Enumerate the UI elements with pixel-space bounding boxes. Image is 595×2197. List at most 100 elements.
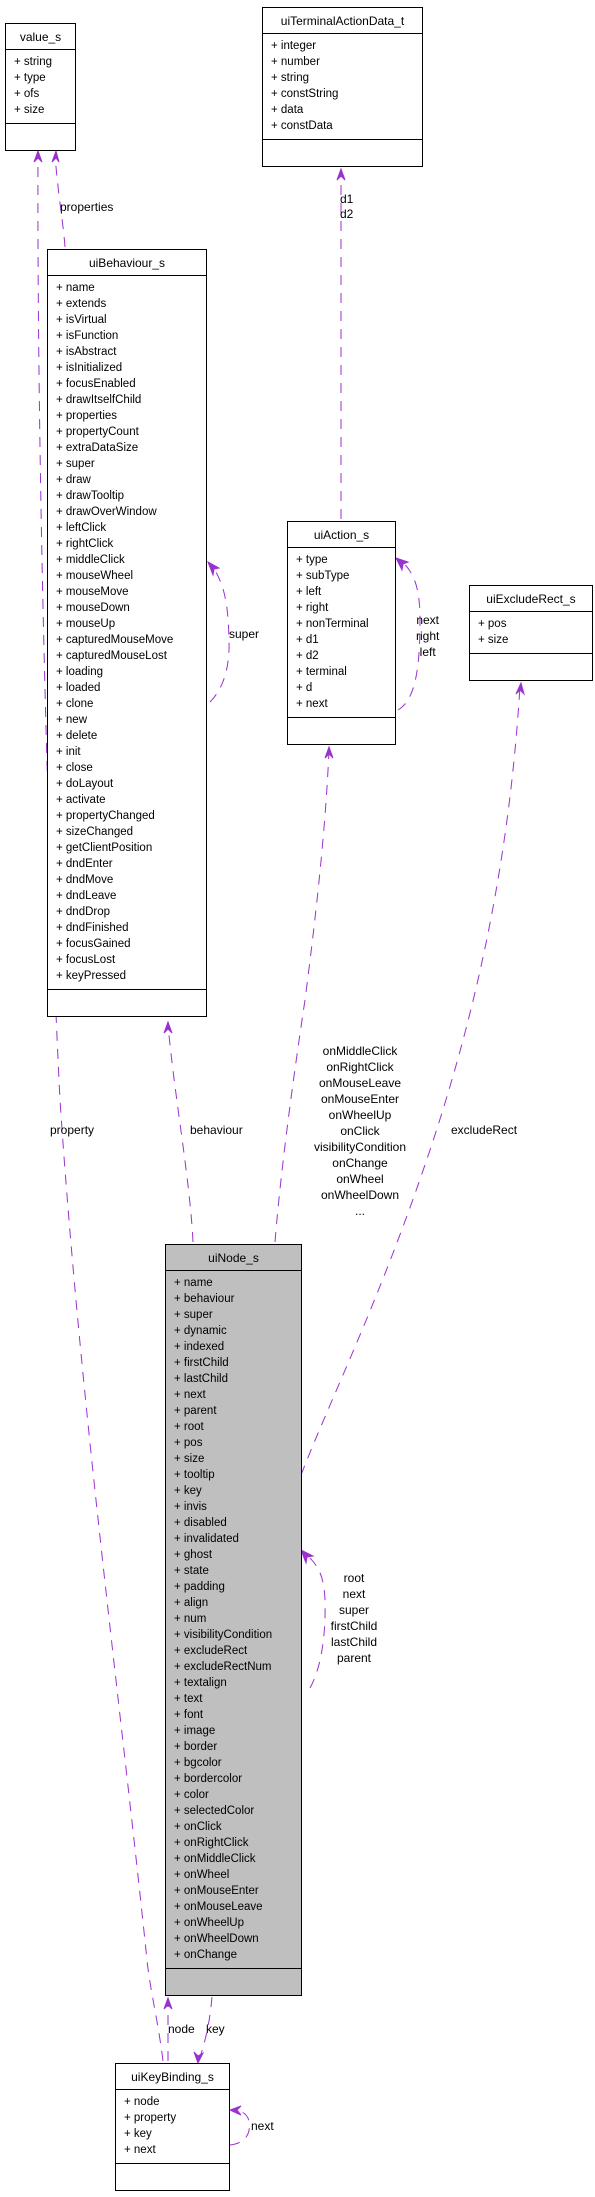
edge-label-text: left (419, 645, 436, 659)
attribute: + state (174, 1565, 209, 1577)
attribute: + parent (174, 1405, 217, 1417)
attribute: + constData (271, 120, 333, 132)
arrowhead-super-self (207, 560, 221, 577)
attribute: + mouseDown (56, 602, 130, 614)
attribute-list: + pos + size (470, 612, 592, 654)
edge-label-text: key (206, 2022, 225, 2036)
edge-label-text: excludeRect (451, 1123, 518, 1137)
attribute: + mouseWheel (56, 570, 134, 582)
attribute: + image (174, 1725, 216, 1737)
attribute: + color (174, 1789, 209, 1801)
class-uiaction-s[interactable]: uiAction_s + type + subType + left + right +… (287, 521, 396, 745)
attribute: + border (174, 1741, 218, 1753)
attribute: + isFunction (56, 330, 119, 342)
attribute: + behaviour (174, 1293, 235, 1305)
attribute: + onClick (174, 1821, 222, 1833)
attribute: + number (271, 56, 320, 68)
attribute: + padding (174, 1581, 225, 1593)
attribute: + doLayout (56, 778, 114, 790)
edge-label-text: ... (354, 1204, 365, 1218)
edge-label-text: visibilityCondition (313, 1140, 407, 1154)
class-name: uiTerminalActionData_t (263, 8, 422, 34)
attribute: + bgcolor (174, 1757, 222, 1769)
class-uibehaviour-s[interactable]: uiBehaviour_s + name + extends + isVirtual… (47, 249, 207, 1017)
arrowhead-properties (51, 149, 60, 163)
attribute: + align (174, 1597, 209, 1609)
attribute: + visibilityCondition (174, 1629, 273, 1641)
arrowhead-keybinding-next-self (228, 2105, 242, 2116)
attribute: + sizeChanged (56, 826, 134, 838)
attribute: + dndLeave (56, 890, 117, 902)
attribute: + size (14, 104, 45, 116)
attribute: + delete (56, 730, 98, 742)
attribute: + middleClick (56, 554, 125, 566)
edge-label-text: node (168, 2022, 195, 2036)
operations-compartment (288, 718, 395, 744)
attribute: + onWheelUp (174, 1917, 244, 1929)
attribute: + getClientPosition (56, 842, 153, 854)
class-name: uiNode_s (166, 1245, 301, 1271)
edge-label-text: onChange (332, 1156, 388, 1170)
class-uiexcluderect-s[interactable]: uiExcludeRect_s + pos + size (469, 585, 593, 681)
class-uinode-s[interactable]: uiNode_s + name + behaviour + super + dynam… (165, 1244, 302, 1996)
attribute: + key (124, 2128, 152, 2140)
edge-label-text: super (229, 627, 260, 641)
arrowhead-node-self (300, 1548, 315, 1565)
attribute: + d1 (296, 634, 319, 646)
attribute: + right (296, 602, 329, 614)
edge-label-key: key (206, 2021, 225, 2037)
attribute: + invalidated (174, 1533, 239, 1545)
attribute: + isInitialized (56, 362, 123, 374)
edge-label-text: firstChild (330, 1619, 378, 1633)
attribute: + dndDrop (56, 906, 111, 918)
edge-label-text: onWheelUp (328, 1108, 392, 1122)
attribute: + loading (56, 666, 103, 678)
class-uikeybinding-s[interactable]: uiKeyBinding_s + node + property + key + ne… (115, 2063, 230, 2191)
edge-label-text: onMouseLeave (318, 1076, 402, 1090)
attribute: + root (174, 1421, 204, 1433)
attribute: + next (174, 1389, 206, 1401)
class-uiterminalactiondata-t[interactable]: uiTerminalActionData_t + integer + numbe… (262, 7, 423, 167)
edge-label-text: next (342, 1587, 366, 1601)
attribute: + onMiddleClick (174, 1853, 256, 1865)
arrowhead-excludeRect (515, 681, 525, 696)
edge-label-text: right (416, 629, 440, 643)
edge-label-excludeRect: excludeRect (451, 1122, 517, 1138)
attribute: + node (124, 2096, 160, 2108)
attribute: + pos (174, 1437, 203, 1449)
edge-label-node-self: root next super firstChild lastChild par… (324, 1570, 384, 1666)
attribute: + onWheelDown (174, 1933, 259, 1945)
attribute: + drawTooltip (56, 490, 125, 502)
attribute-list: + node + property + key + next (116, 2090, 229, 2164)
edge-label-text: super (338, 1603, 370, 1617)
edge-label-text: lastChild (330, 1635, 378, 1649)
class-value-s[interactable]: value_s + string + type + ofs + size (5, 23, 76, 151)
edge-label-properties: properties (60, 199, 113, 215)
attribute: + propertyCount (56, 426, 139, 438)
attribute: + isVirtual (56, 314, 107, 326)
attribute: + bordercolor (174, 1773, 243, 1785)
attribute: + size (478, 634, 509, 646)
edge-label-text: onClick (340, 1124, 380, 1138)
attribute: + onRightClick (174, 1837, 249, 1849)
attribute-list: + type + subType + left + right + nonTermina… (288, 548, 395, 718)
attribute: + ofs (14, 88, 40, 100)
edge-label-super: super (229, 626, 259, 642)
attribute: + excludeRectNum (174, 1661, 272, 1673)
attribute: + firstChild (174, 1357, 229, 1369)
attribute: + property (124, 2112, 177, 2124)
attribute: + focusLost (56, 954, 116, 966)
operations-compartment (116, 2164, 229, 2190)
edge-label-text: onMouseEnter (320, 1092, 400, 1106)
attribute: + onChange (174, 1949, 237, 1961)
attribute: + next (296, 698, 328, 710)
attribute: + dndMove (56, 874, 114, 886)
arrowhead-next-right-left-self (395, 557, 410, 572)
edge-label-behaviour: behaviour (190, 1122, 243, 1138)
attribute: + excludeRect (174, 1645, 248, 1657)
attribute: + integer (271, 40, 317, 52)
attribute: + terminal (296, 666, 347, 678)
edge-label-text: next (416, 613, 440, 627)
attribute: + invis (174, 1501, 207, 1513)
edge-label-text: behaviour (190, 1123, 243, 1137)
